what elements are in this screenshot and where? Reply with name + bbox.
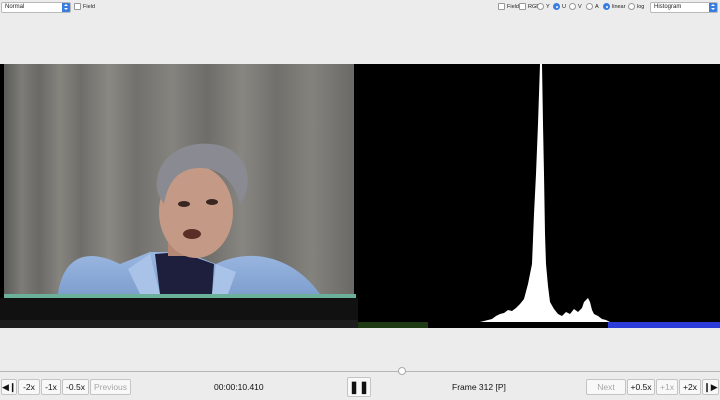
minus-2x-button[interactable]: -2x (18, 379, 40, 395)
channel-label: U (562, 3, 566, 10)
histogram-area (476, 64, 614, 326)
checkbox-box[interactable] (74, 3, 81, 10)
playhead-handle[interactable] (398, 367, 406, 375)
plus-2x-button[interactable]: +2x (679, 379, 701, 395)
plus-05x-button[interactable]: +0.5x (627, 379, 655, 395)
histogram-panel (358, 64, 720, 328)
channel-label: A (595, 3, 599, 10)
scale-radio-linear[interactable]: linear (603, 3, 625, 10)
radio-dot[interactable] (628, 3, 635, 10)
chevron-updown-icon (709, 3, 717, 12)
next-button[interactable]: Next (586, 379, 626, 395)
checkbox-box[interactable] (498, 3, 505, 10)
step-back-icon: ◀❙ (2, 382, 17, 392)
channel-radio-v[interactable]: V (569, 3, 582, 10)
next-frame-button[interactable]: ❙▶ (702, 379, 719, 395)
scale-label: log (637, 3, 645, 10)
timecode: 00:00:10.410 (214, 382, 264, 392)
radio-dot[interactable] (569, 3, 576, 10)
histogram-graph (358, 64, 720, 328)
channel-radio-u[interactable]: U (553, 3, 566, 10)
radio-dot[interactable] (553, 3, 560, 10)
video-frame-image (0, 64, 358, 328)
view-select-value: Histogram (654, 4, 682, 10)
top-toolbar: Normal Field Field RGB Y U V A linear lo… (0, 0, 720, 14)
scale-label: linear (612, 3, 626, 10)
display-mode-select[interactable]: Normal (1, 2, 71, 13)
field-left-label: Field (83, 3, 95, 10)
pause-icon: ❚❚ (348, 380, 370, 394)
radio-dot[interactable] (537, 3, 544, 10)
field-checkbox-right[interactable]: Field (498, 3, 519, 10)
channel-label: Y (546, 3, 550, 10)
field-checkbox-left[interactable]: Field (74, 3, 95, 10)
channel-label: V (578, 3, 582, 10)
field-right-label: Field (507, 3, 519, 10)
plus-1x-button[interactable]: +1x (656, 379, 678, 395)
chevron-updown-icon (62, 3, 70, 12)
display-mode-value: Normal (5, 4, 25, 10)
prev-frame-button[interactable]: ◀❙ (1, 379, 17, 395)
previous-button[interactable]: Previous (90, 379, 131, 395)
video-frame (0, 64, 358, 328)
radio-dot[interactable] (586, 3, 593, 10)
checkbox-box[interactable] (519, 3, 526, 10)
timeline-track[interactable] (0, 371, 720, 372)
scale-radio-log[interactable]: log (628, 3, 644, 10)
view-select[interactable]: Histogram (650, 2, 718, 13)
channel-radio-a[interactable]: A (586, 3, 599, 10)
radio-dot[interactable] (603, 3, 610, 10)
minus-1x-button[interactable]: -1x (41, 379, 61, 395)
step-forward-icon: ❙▶ (703, 382, 718, 392)
play-pause-button[interactable]: ❚❚ (347, 377, 371, 397)
minus-05x-button[interactable]: -0.5x (62, 379, 89, 395)
frame-label: Frame 312 [P] (452, 382, 506, 392)
channel-radio-y[interactable]: Y (537, 3, 550, 10)
